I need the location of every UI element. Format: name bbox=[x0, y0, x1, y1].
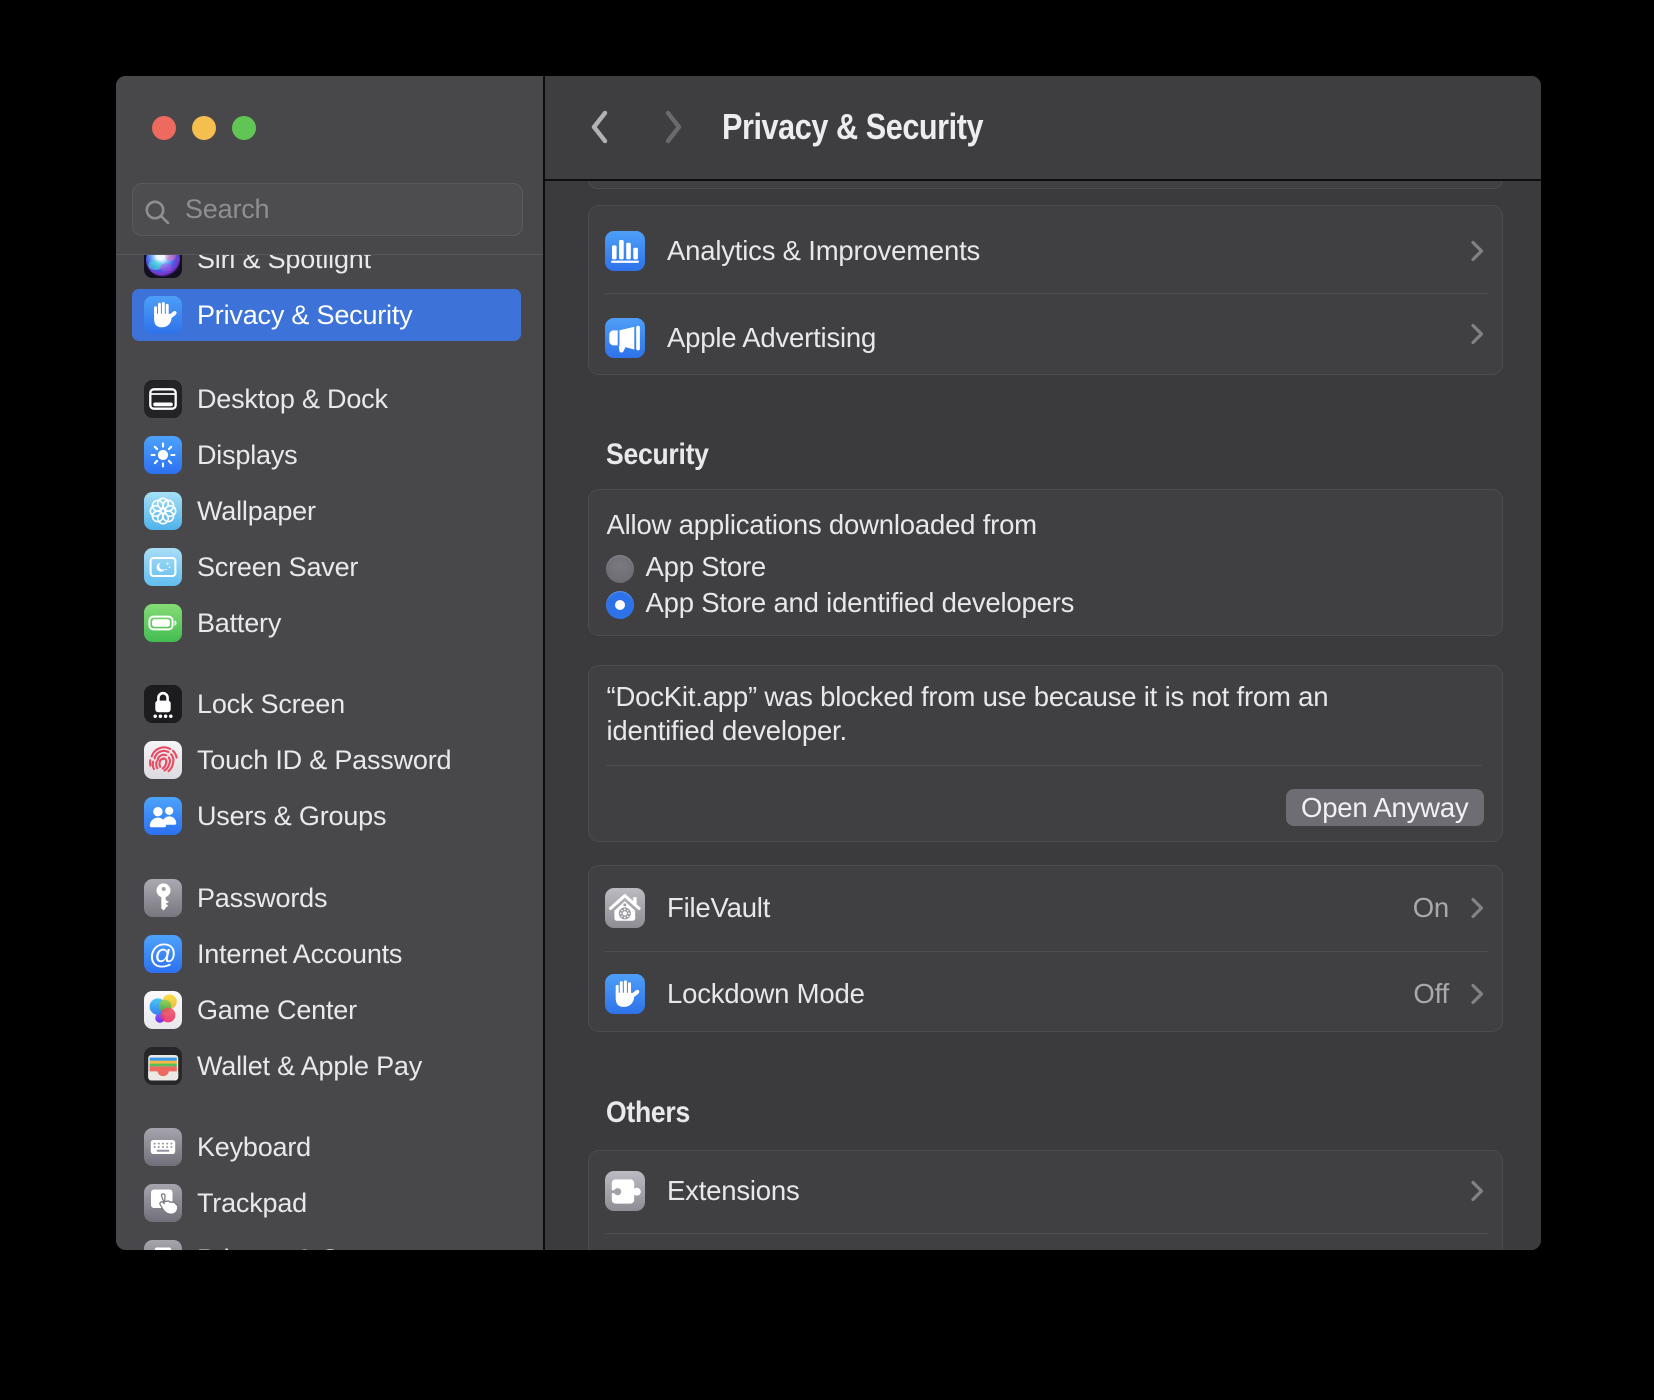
svg-text:@: @ bbox=[149, 938, 177, 969]
